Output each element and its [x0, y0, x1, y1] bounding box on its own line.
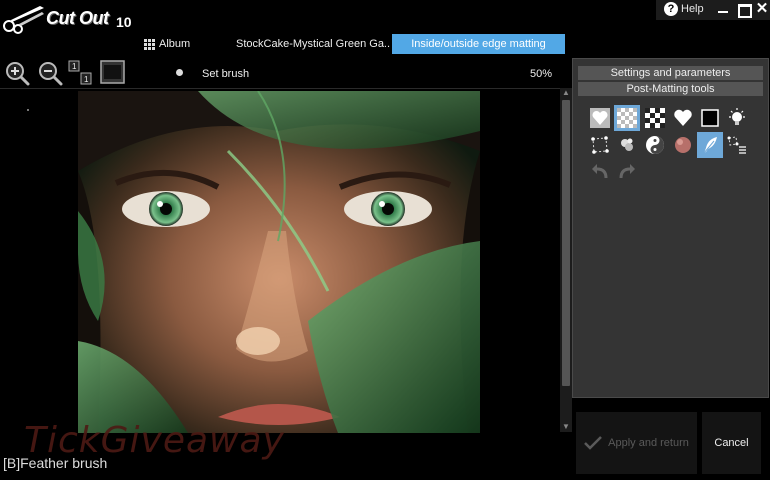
svg-text:1: 1 — [84, 75, 89, 84]
undo-icon — [592, 164, 608, 179]
scissors-icon — [3, 6, 44, 34]
black-square-icon — [701, 109, 719, 127]
redo-button[interactable] — [614, 159, 640, 185]
settings-header[interactable]: Settings and parameters — [578, 66, 763, 80]
heart-tool[interactable] — [670, 105, 696, 131]
zoom-in-icon[interactable] — [4, 60, 30, 86]
smudge-icon — [621, 138, 633, 151]
title-bar: Cut Out 10 ? Help ✕ Album StockCake-Myst… — [0, 0, 770, 60]
help-button[interactable]: ? Help — [664, 2, 704, 16]
fit-window-icon[interactable] — [100, 60, 125, 84]
yin-yang-tool[interactable] — [642, 132, 668, 158]
smudge-tool[interactable] — [614, 132, 640, 158]
transparency-grid-icon — [617, 108, 637, 128]
minimize-button[interactable] — [716, 2, 730, 16]
apply-label: Apply and return — [608, 437, 689, 449]
edited-photo[interactable] — [78, 91, 480, 433]
black-background-tool[interactable] — [697, 105, 723, 131]
question-circle-icon: ? — [664, 2, 678, 16]
selection-points-icon — [591, 136, 609, 154]
toolbar: 1 1 Set brush 50% — [0, 60, 570, 88]
selection-list-tool[interactable] — [724, 132, 750, 158]
undo-button[interactable] — [587, 159, 613, 185]
tab-edge-matting[interactable]: Inside/outside edge matting — [392, 34, 565, 54]
vertical-scrollbar[interactable]: ▲ ▼ — [560, 88, 572, 432]
checker-tool[interactable] — [642, 105, 668, 131]
tool-panel: Settings and parameters Post-Matting too… — [572, 58, 769, 398]
zoom-level: 50% — [530, 68, 553, 80]
light-tool[interactable] — [724, 105, 750, 131]
window-controls: ? Help ✕ — [656, 0, 770, 20]
yin-yang-icon — [646, 136, 664, 154]
status-text: [B]Feather brush — [3, 455, 108, 471]
set-brush-label[interactable]: Set brush — [202, 68, 249, 80]
color-ball-tool[interactable] — [670, 132, 696, 158]
scroll-down-icon[interactable]: ▼ — [560, 422, 572, 432]
svg-text:1: 1 — [72, 62, 77, 71]
tab-file[interactable]: StockCake-Mystical Green Ga.. — [236, 38, 390, 50]
color-ball-icon — [675, 137, 691, 153]
heart-mask-icon — [590, 108, 610, 128]
maximize-button[interactable] — [736, 2, 752, 18]
logo-text: Cut Out — [46, 8, 109, 28]
heart-icon — [674, 109, 692, 126]
apply-and-return-button[interactable]: Apply and return — [576, 412, 697, 474]
cancel-label: Cancel — [714, 437, 749, 449]
canvas-marker — [27, 109, 29, 111]
feather-icon — [703, 137, 717, 154]
help-label: Help — [681, 3, 704, 15]
checker-grid-icon — [645, 108, 665, 128]
lightbulb-icon — [729, 108, 745, 125]
selection-list-icon — [727, 136, 746, 154]
redo-icon — [619, 164, 635, 179]
zoom-out-icon[interactable] — [37, 60, 63, 86]
cancel-button[interactable]: Cancel — [702, 412, 761, 474]
canvas[interactable] — [0, 88, 560, 433]
actual-size-icon[interactable]: 1 1 — [68, 60, 92, 86]
post-matting-header[interactable]: Post-Matting tools — [578, 82, 763, 96]
app-version: 10 — [116, 14, 132, 30]
scroll-up-icon[interactable]: ▲ — [560, 88, 572, 98]
transparency-tool[interactable] — [614, 105, 640, 131]
scrollbar-thumb[interactable] — [562, 100, 570, 386]
brush-size-dot[interactable] — [176, 69, 183, 76]
heart-mask-tool[interactable] — [587, 105, 613, 131]
tab-album-label: Album — [159, 38, 191, 50]
feather-tool[interactable] — [697, 132, 723, 158]
checkmark-icon — [584, 436, 603, 450]
selection-points-tool[interactable] — [587, 132, 613, 158]
tab-album[interactable]: Album — [144, 38, 190, 50]
close-button[interactable]: ✕ — [755, 1, 769, 16]
app-logo: Cut Out 10 — [0, 0, 140, 38]
grid-icon — [144, 38, 155, 50]
